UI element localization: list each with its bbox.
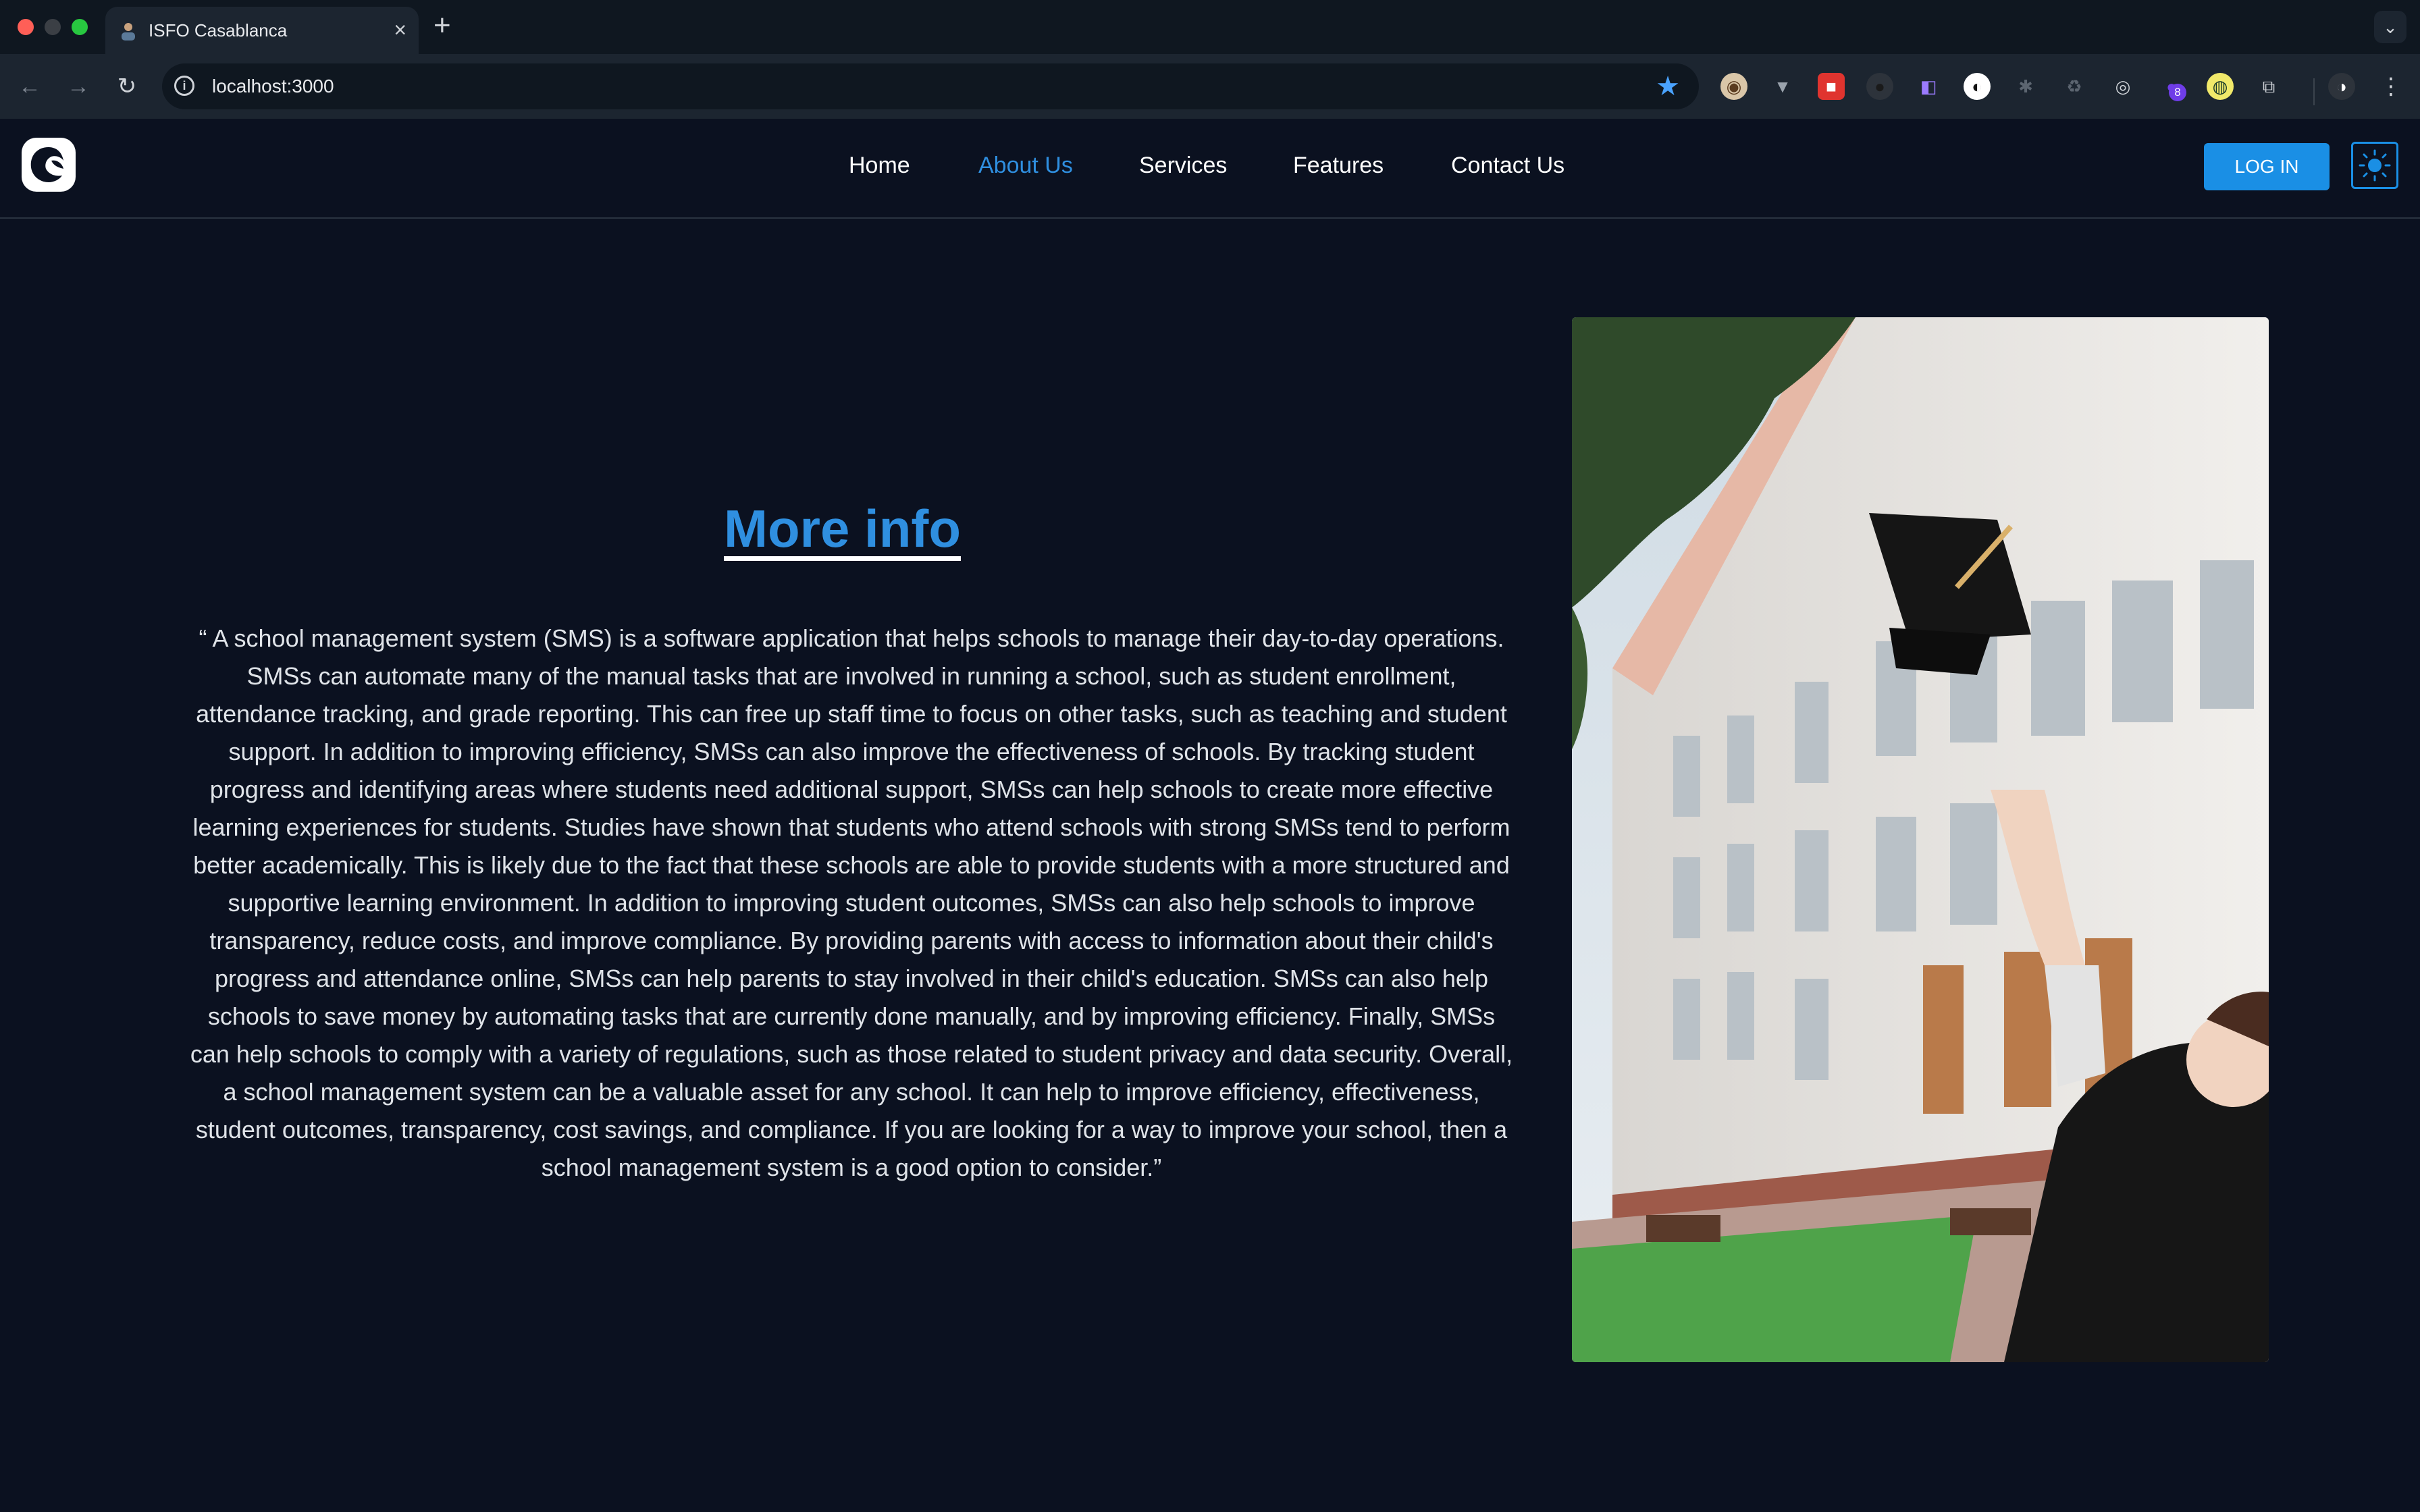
site-info-icon[interactable]: i <box>174 76 194 96</box>
section-heading: More info <box>724 499 961 558</box>
main-nav: Home About Us Services Features Contact … <box>0 153 2420 186</box>
nav-features[interactable]: Features <box>1293 153 1384 179</box>
nav-home[interactable]: Home <box>849 153 910 179</box>
sun-icon <box>2359 149 2391 182</box>
extension-red-icon[interactable]: ■ <box>1818 73 1845 100</box>
extension-purple-icon[interactable]: ◧ <box>1915 73 1942 100</box>
extension-recycle-icon[interactable]: ♻ <box>2061 73 2088 100</box>
reload-icon[interactable]: ↻ <box>111 70 143 103</box>
extensions-puzzle-icon[interactable]: ⧉ <box>2255 73 2282 100</box>
nav-contact-us[interactable]: Contact Us <box>1451 153 1564 179</box>
toolbar-divider <box>2313 78 2315 105</box>
browser-tab-bar: ISFO Casablanca × + ⌄ <box>0 0 2420 54</box>
maximize-window-button[interactable] <box>72 19 88 35</box>
extension-panda-icon[interactable]: ● <box>1866 73 1893 100</box>
nav-about-us[interactable]: About Us <box>978 153 1073 179</box>
extension-white-icon[interactable]: ◐ <box>1964 73 1991 100</box>
extension-target-icon[interactable]: ◎ <box>2109 73 2136 100</box>
back-arrow-icon[interactable]: ← <box>14 70 46 103</box>
profile-avatar-icon[interactable]: ◑ <box>2328 73 2355 100</box>
new-tab-button[interactable]: + <box>433 9 451 42</box>
forward-arrow-icon[interactable]: → <box>62 70 95 103</box>
browser-toolbar: ← → ↻ i localhost:3000 ★ ◉ ▼ ■ ● ◧ ◐ ✱ ♻… <box>0 54 2420 119</box>
chevron-down-icon: ⌄ <box>2383 17 2398 37</box>
minimize-window-button[interactable] <box>45 19 61 35</box>
extension-owl-icon[interactable]: ◉ <box>1720 73 1747 100</box>
nav-services[interactable]: Services <box>1139 153 1227 179</box>
kebab-menu-icon[interactable]: ⋮ <box>2379 72 2402 101</box>
extension-vue-icon[interactable]: ▼ <box>1769 73 1796 100</box>
bookmark-star-icon[interactable]: ★ <box>1656 72 1680 101</box>
tab-close-icon[interactable]: × <box>394 18 406 42</box>
site-header: Home About Us Services Features Contact … <box>0 119 2420 219</box>
about-quote-text: “ A school management system (SMS) is a … <box>190 624 1513 1181</box>
address-bar[interactable]: i localhost:3000 ★ <box>162 63 1699 109</box>
close-window-button[interactable] <box>18 19 34 35</box>
tab-search-button[interactable]: ⌄ <box>2374 11 2406 43</box>
tab-title: ISFO Casablanca <box>149 20 288 40</box>
url-text[interactable]: localhost:3000 <box>212 76 334 97</box>
favicon-icon <box>122 23 135 40</box>
browser-tab[interactable]: ISFO Casablanca × <box>105 7 419 54</box>
graduation-illustration <box>1572 317 2269 1362</box>
graduation-photo <box>1572 317 2269 1362</box>
extension-bug-icon[interactable]: ✱ <box>2012 73 2039 100</box>
extension-count-badge: 8 <box>2169 84 2186 101</box>
login-button[interactable]: LOG IN <box>2204 143 2330 190</box>
theme-toggle-button[interactable] <box>2351 142 2398 189</box>
extension-yellow-icon[interactable]: ◍ <box>2207 73 2234 100</box>
